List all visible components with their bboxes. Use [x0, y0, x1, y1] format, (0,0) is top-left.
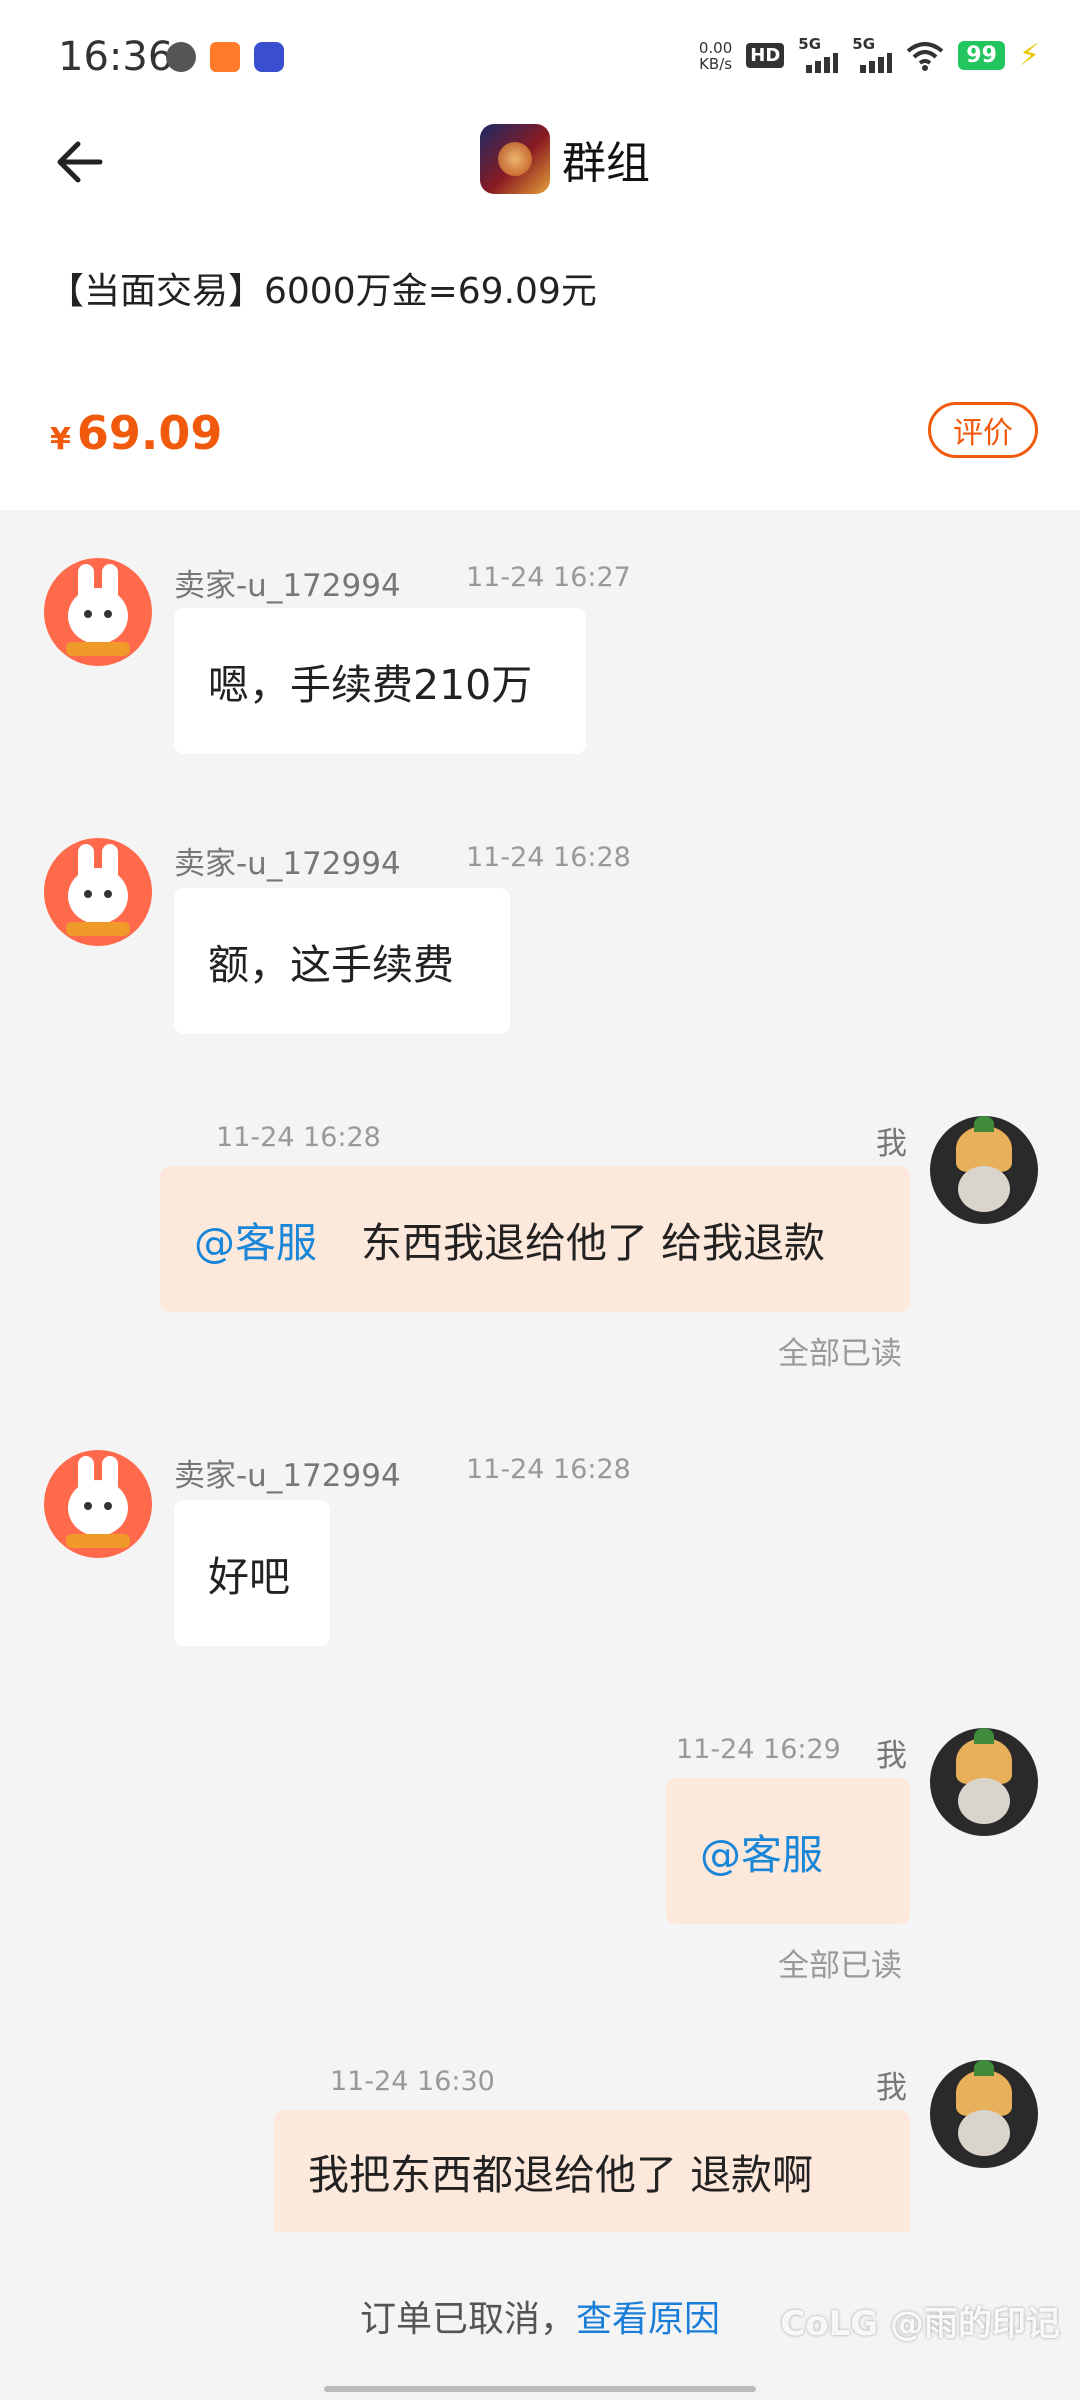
message-text: 额，这手续费: [208, 941, 454, 989]
wifi-icon: [907, 41, 944, 71]
notice-text: 订单已取消，: [359, 2299, 576, 2340]
message-time: 11-24 16:28: [216, 1122, 381, 1153]
message-time: 11-24 16:30: [330, 2066, 495, 2097]
sender-name: 我: [876, 2070, 907, 2106]
mention-link[interactable]: @客服: [194, 1209, 317, 1269]
network-speed: 0.00 KB/s: [699, 40, 732, 72]
sender-name: 卖家-u_172994: [174, 568, 401, 604]
my-avatar[interactable]: [930, 2060, 1038, 2168]
sim1-label: 5G: [798, 34, 822, 53]
sim2-label: 5G: [852, 34, 876, 53]
message-time: 11-24 16:29: [676, 1734, 841, 1765]
sender-name: 我: [876, 1738, 907, 1774]
seller-avatar[interactable]: [44, 558, 152, 666]
sender-name: 我: [876, 1126, 907, 1162]
price-value: 69.09: [76, 406, 223, 460]
message-bubble[interactable]: 好吧: [174, 1500, 330, 1646]
page-title: 群组: [562, 138, 650, 189]
title-area: 群组: [480, 124, 650, 194]
watermark: CoLG @雨的印记: [780, 2304, 1060, 2344]
back-arrow-icon[interactable]: [50, 132, 110, 192]
message-bubble[interactable]: 额，这手续费: [174, 888, 510, 1034]
app-notification-icon: [210, 42, 240, 72]
mention-link[interactable]: @客服: [700, 1821, 823, 1881]
battery-indicator: 99: [958, 41, 1005, 70]
message-text: 嗯，手续费210万: [208, 661, 533, 709]
message-time: 11-24 16:28: [466, 842, 631, 873]
status-indicators: 0.00 KB/s HD 5G 5G 99 ⚡: [699, 35, 1040, 74]
charging-icon: ⚡: [1018, 38, 1040, 73]
message-bubble[interactable]: @客服 东西我退给他了 给我退款: [160, 1166, 910, 1312]
review-button[interactable]: 评价: [928, 402, 1038, 458]
game-logo: [480, 124, 550, 194]
hd-icon: HD: [746, 43, 785, 68]
order-header: 群组 【当面交易】6000万金=69.09元 ¥69.09 评价: [0, 120, 1080, 510]
seller-avatar[interactable]: [44, 1450, 152, 1558]
my-avatar[interactable]: [930, 1728, 1038, 1836]
view-reason-link[interactable]: 查看原因: [576, 2299, 720, 2340]
price: ¥69.09: [50, 406, 222, 460]
sender-name: 卖家-u_172994: [174, 846, 401, 882]
status-bar: 16:36 0.00 KB/s HD 5G 5G 99 ⚡: [0, 0, 1080, 120]
seller-avatar[interactable]: [44, 838, 152, 946]
read-status: 全部已读: [778, 1948, 902, 1984]
read-status: 全部已读: [778, 1336, 902, 1372]
message-bubble[interactable]: @客服: [666, 1778, 910, 1924]
message-bubble[interactable]: 嗯，手续费210万: [174, 608, 586, 754]
my-avatar[interactable]: [930, 1116, 1038, 1224]
message-text: 我把东西都退给他了 退款啊: [308, 2151, 814, 2199]
trade-title: 【当面交易】6000万金=69.09元: [48, 271, 597, 312]
message-text: 好吧: [208, 1553, 290, 1601]
sender-name: 卖家-u_172994: [174, 1458, 401, 1494]
network-speed-value: 0.00: [698, 38, 733, 57]
status-time: 16:36: [58, 34, 174, 80]
signal-5g-icon: 5G: [798, 35, 839, 73]
message-time: 11-24 16:28: [466, 1454, 631, 1485]
message-bubble[interactable]: 我把东西都退给他了 退款啊: [274, 2110, 910, 2232]
chat-notification-icon: [166, 42, 196, 72]
message-text: 东西我退给他了 给我退款: [361, 1219, 826, 1267]
network-speed-unit: KB/s: [699, 54, 733, 73]
message-time: 11-24 16:27: [466, 562, 631, 593]
signal-5g-icon-2: 5G: [852, 35, 893, 73]
currency-symbol: ¥: [50, 422, 71, 457]
tieba-notification-icon: [254, 42, 284, 72]
notification-icons: [166, 42, 284, 72]
home-indicator[interactable]: [324, 2386, 756, 2392]
